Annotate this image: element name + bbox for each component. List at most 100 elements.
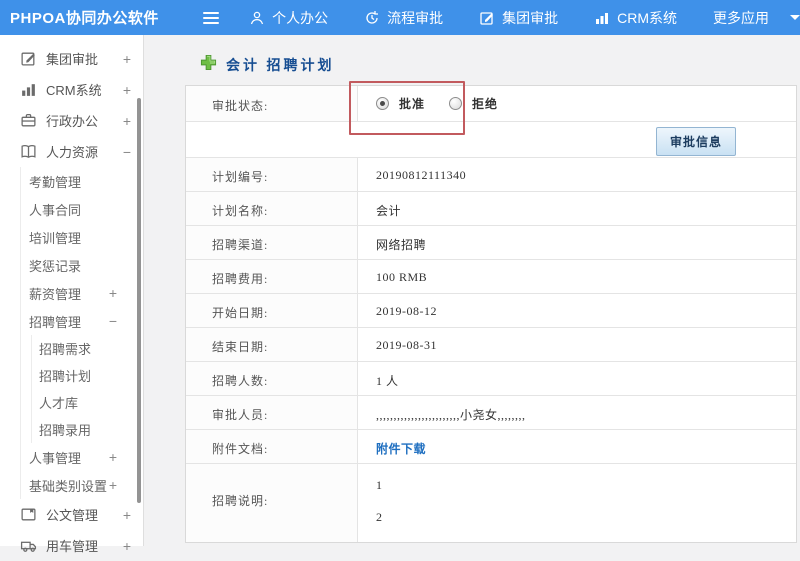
nav-process-approval[interactable]: 流程审批: [364, 8, 443, 28]
add-plus-icon[interactable]: [200, 54, 217, 76]
process-icon: [364, 10, 380, 26]
page-title-text: 会计 招聘计划: [226, 59, 335, 74]
expand-icon[interactable]: +: [107, 477, 119, 493]
menu-toggle-icon[interactable]: [199, 8, 223, 28]
caret-down-icon[interactable]: [790, 15, 800, 20]
sidebar-item-salary[interactable]: 薪资管理 +: [21, 279, 143, 307]
sidebar-item-talent-pool[interactable]: 人才库: [32, 389, 143, 416]
attachment-download-link[interactable]: 附件下载: [376, 442, 426, 456]
sidebar-item-group-approval[interactable]: 集团审批 +: [0, 43, 143, 74]
sidebar-item-label: 公文管理: [46, 508, 99, 523]
radio-approve-label[interactable]: 批准: [399, 95, 425, 112]
approval-button-row: 审批信息: [186, 122, 796, 158]
table-row-end-date: 结束日期: 2019-08-31: [186, 328, 796, 362]
field-label: 审批状态:: [186, 86, 358, 121]
sidebar-item-label: 行政办公: [46, 114, 99, 129]
main-content: 会计 招聘计划 审批状态: 批准 拒绝 审批信息 计划编号: 201908121…: [145, 35, 800, 546]
table-row-approvers: 审批人员: ,,,,,,,,,,,,,,,,,,,,,,,,小尧女,,,,,,,…: [186, 396, 796, 430]
recruit-plan-detail-table: 审批状态: 批准 拒绝 审批信息 计划编号: 20190812111340 计划…: [185, 85, 797, 543]
nav-label: CRM系统: [617, 9, 677, 26]
field-label: 计划编号:: [186, 158, 358, 191]
sidebar-item-recruit-hire[interactable]: 招聘录用: [32, 416, 143, 443]
nav-label: 集团审批: [502, 9, 559, 26]
field-value: 2019-08-31: [376, 338, 437, 352]
radio-reject-label[interactable]: 拒绝: [472, 95, 498, 112]
sidebar-item-attendance[interactable]: 考勤管理: [21, 167, 143, 195]
expand-icon[interactable]: +: [107, 449, 119, 465]
collapse-icon[interactable]: −: [107, 313, 119, 329]
sidebar-item-label: CRM系统: [46, 83, 102, 98]
nav-label: 流程审批: [387, 9, 444, 26]
field-label: 招聘说明:: [186, 464, 358, 542]
sidebar-item-recruit-demand[interactable]: 招聘需求: [32, 335, 143, 362]
table-row-cost: 招聘费用: 100 RMB: [186, 260, 796, 294]
sidebar-item-crm[interactable]: CRM系统 +: [0, 74, 143, 105]
field-label: 附件文档:: [186, 430, 358, 463]
nav-crm-system[interactable]: CRM系统: [594, 8, 677, 28]
nav-group-approval[interactable]: 集团审批: [479, 8, 558, 28]
top-bar: PHPOA协同办公软件 个人办公 流程审批 集团审批 CRM系统 更多应用: [0, 0, 800, 35]
sidebar-item-hr-contract[interactable]: 人事合同: [21, 195, 143, 223]
table-row-channel: 招聘渠道: 网络招聘: [186, 226, 796, 260]
sidebar-item-personnel-mgmt[interactable]: 人事管理 +: [21, 443, 143, 471]
table-row-plan-no: 计划编号: 20190812111340: [186, 158, 796, 192]
table-row-description: 招聘说明: 1 2: [186, 464, 796, 542]
sidebar-item-label: 人力资源: [46, 145, 99, 160]
approval-info-button[interactable]: 审批信息: [655, 127, 736, 156]
approval-radio-group: 批准 拒绝: [376, 86, 796, 112]
sidebar-scrollbar[interactable]: [137, 98, 141, 503]
field-value: 20190812111340: [376, 168, 467, 182]
sidebar-item-label: 集团审批: [46, 52, 99, 67]
sidebar-item-hr[interactable]: 人力资源 −: [0, 136, 143, 167]
page-title: 会计 招聘计划: [200, 54, 800, 76]
bar-chart-icon: [20, 81, 37, 98]
briefcase-icon: [20, 112, 37, 129]
table-row-plan-name: 计划名称: 会计: [186, 192, 796, 226]
field-value: 100 RMB: [376, 270, 428, 284]
hr-submenu: 考勤管理 人事合同 培训管理 奖惩记录 薪资管理 + 招聘管理 − 招聘需求 招…: [20, 167, 143, 499]
sidebar-item-documents[interactable]: 公文管理 +: [0, 499, 143, 530]
expand-icon[interactable]: +: [121, 113, 133, 129]
sidebar-item-rewards[interactable]: 奖惩记录: [21, 251, 143, 279]
radio-reject[interactable]: [449, 97, 463, 110]
approval-status-row: 审批状态: 批准 拒绝: [186, 86, 796, 122]
edit-icon: [479, 10, 495, 26]
sidebar-item-base-category[interactable]: 基础类别设置 +: [21, 471, 143, 499]
collapse-icon[interactable]: −: [121, 144, 133, 160]
table-row-start-date: 开始日期: 2019-08-12: [186, 294, 796, 328]
bar-chart-icon: [594, 10, 610, 26]
radio-approve[interactable]: [376, 97, 389, 110]
expand-icon[interactable]: +: [121, 82, 133, 98]
field-value: 会计: [376, 204, 402, 218]
field-label: 开始日期:: [186, 294, 358, 327]
edit-icon: [20, 50, 37, 67]
field-value: 2019-08-12: [376, 304, 437, 318]
expand-icon[interactable]: +: [107, 285, 119, 301]
user-icon: [249, 10, 265, 26]
expand-icon[interactable]: +: [121, 507, 133, 523]
sidebar-item-admin-office[interactable]: 行政办公 +: [0, 105, 143, 136]
sidebar-item-training[interactable]: 培训管理: [21, 223, 143, 251]
table-row-attachment: 附件文档: 附件下载: [186, 430, 796, 464]
document-icon: [20, 506, 37, 523]
sidebar-item-recruit-mgmt[interactable]: 招聘管理 −: [21, 307, 143, 335]
nav-more-apps[interactable]: 更多应用: [713, 8, 800, 28]
field-value: 网络招聘: [376, 238, 427, 252]
description-line: 1: [376, 478, 383, 492]
recruit-submenu: 招聘需求 招聘计划 人才库 招聘录用: [31, 335, 143, 443]
sidebar: 集团审批 + CRM系统 + 行政办公 + 人力资源 − 考勤管理 人事合同 培…: [0, 35, 144, 554]
top-nav: 个人办公 流程审批 集团审批 CRM系统 更多应用: [249, 8, 800, 28]
field-label: 招聘渠道:: [186, 226, 358, 259]
sidebar-item-recruit-plan[interactable]: 招聘计划: [32, 362, 143, 389]
nav-personal-office[interactable]: 个人办公: [249, 8, 328, 28]
nav-label: 更多应用: [713, 9, 769, 26]
nav-label: 个人办公: [272, 9, 329, 26]
field-label: 招聘人数:: [186, 362, 358, 395]
table-row-headcount: 招聘人数: 1 人: [186, 362, 796, 396]
field-label: 结束日期:: [186, 328, 358, 361]
field-value: 1 人: [376, 374, 399, 388]
field-label: 招聘费用:: [186, 260, 358, 293]
expand-icon[interactable]: +: [121, 51, 133, 67]
field-label: 审批人员:: [186, 396, 358, 429]
book-icon: [20, 143, 37, 160]
